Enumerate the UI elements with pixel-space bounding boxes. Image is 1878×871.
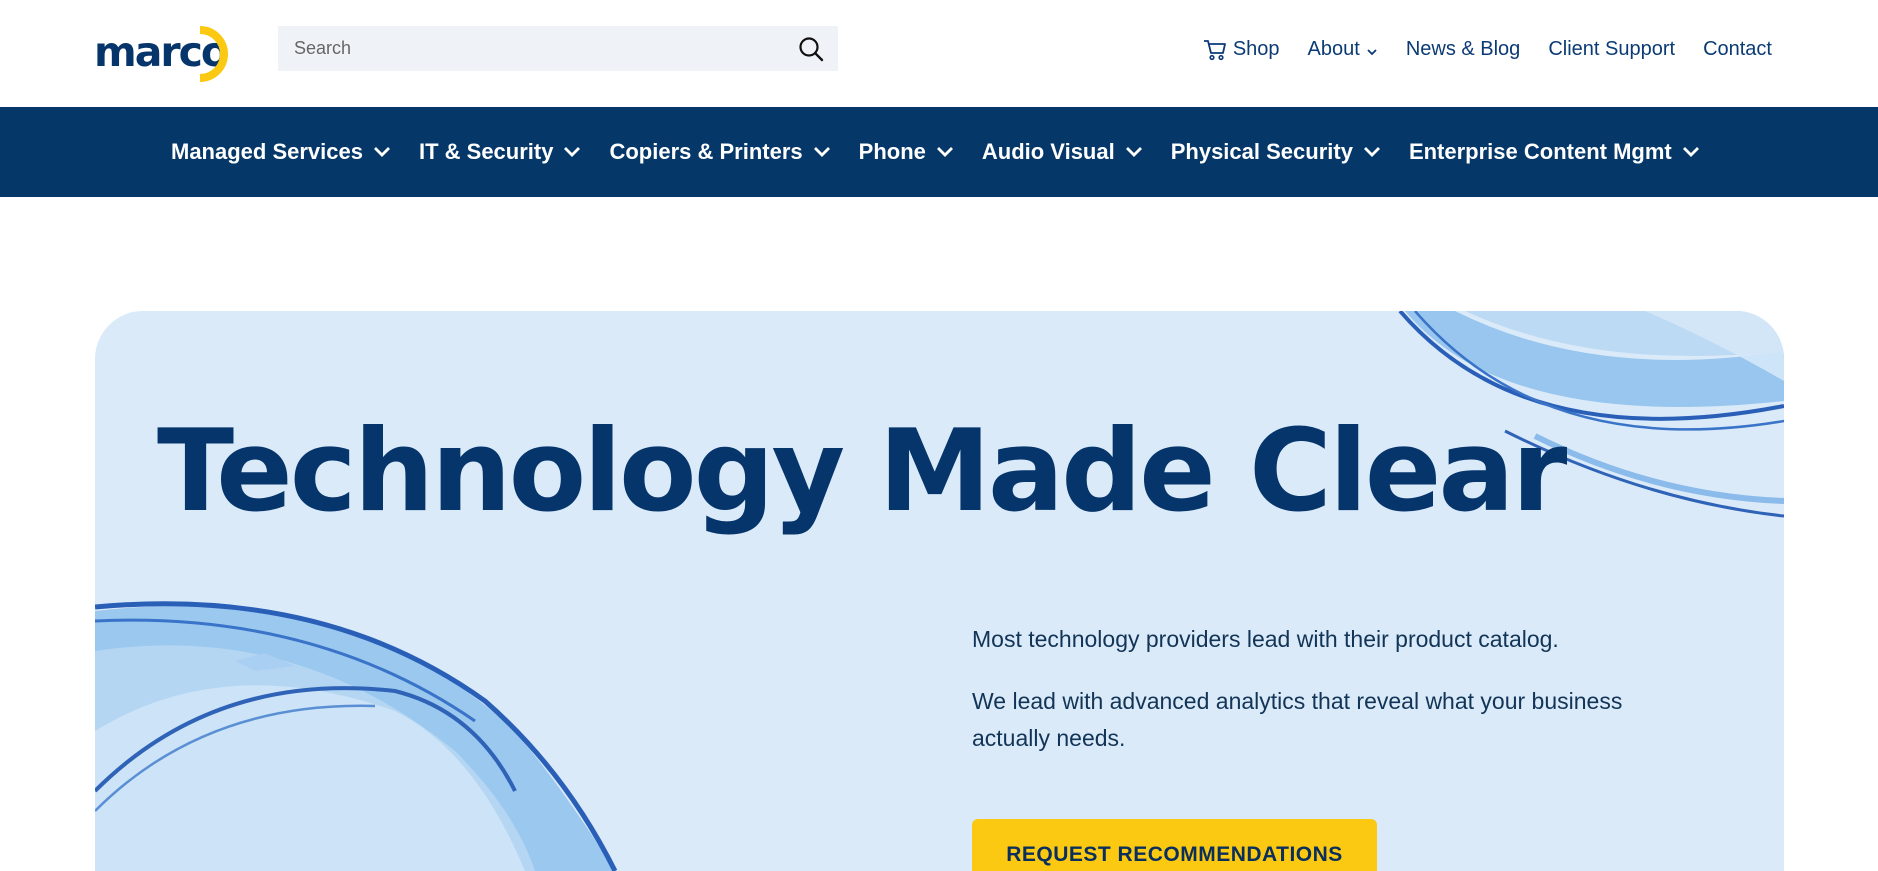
chevron-down-icon: [1363, 147, 1380, 157]
about-label: About: [1307, 38, 1360, 60]
nav-item-it-security[interactable]: IT & Security: [419, 139, 581, 165]
nav-item-label: Physical Security: [1170, 139, 1353, 164]
nav-item-phone[interactable]: Phone: [859, 139, 954, 165]
nav-item-audio-visual[interactable]: Audio Visual: [982, 139, 1143, 165]
chevron-down-icon: [813, 147, 830, 157]
client-support-label: Client Support: [1548, 38, 1676, 60]
chevron-down-icon: [1367, 48, 1377, 55]
main-nav-list: Managed Services IT & Security Copiers &…: [171, 107, 1700, 197]
contact-link[interactable]: Contact: [1703, 38, 1772, 61]
chevron-down-icon: [1682, 147, 1699, 157]
chevron-down-icon: [373, 147, 390, 157]
logo-arc-icon: [199, 26, 228, 82]
shop-label: Shop: [1232, 38, 1280, 60]
nav-item-label: Managed Services: [171, 139, 363, 164]
site-header: marco Shop About News & Blog: [0, 0, 1878, 107]
shop-link[interactable]: Shop: [1203, 38, 1280, 61]
search-icon[interactable]: [798, 36, 824, 62]
nav-item-copiers-printers[interactable]: Copiers & Printers: [609, 139, 830, 165]
request-recommendations-button[interactable]: REQUEST RECOMMENDATIONS: [972, 819, 1377, 871]
client-support-link[interactable]: Client Support: [1548, 38, 1675, 61]
utility-nav: Shop About News & Blog Client Support Co…: [1203, 38, 1772, 61]
news-blog-link[interactable]: News & Blog: [1406, 38, 1521, 61]
nav-item-label: Audio Visual: [981, 139, 1115, 164]
hero-body-paragraph: We lead with advanced analytics that rev…: [972, 688, 1623, 751]
about-link[interactable]: About: [1308, 38, 1378, 61]
hero-intro-paragraph: Most technology providers lead with thei…: [972, 626, 1559, 652]
hero-section: Technology Made Clear Most technology pr…: [95, 311, 1784, 871]
nav-item-label: Enterprise Content Mgmt: [1408, 139, 1672, 164]
contact-label: Contact: [1703, 38, 1772, 60]
cart-icon: [1203, 39, 1226, 60]
nav-item-managed-services[interactable]: Managed Services: [171, 139, 391, 165]
nav-item-enterprise-content-mgmt[interactable]: Enterprise Content Mgmt: [1409, 139, 1700, 165]
news-blog-label: News & Blog: [1405, 38, 1521, 60]
nav-item-label: Copiers & Printers: [609, 139, 803, 164]
nav-item-label: Phone: [858, 139, 926, 164]
search-input[interactable]: [278, 26, 810, 71]
decorative-swirl-bottom-left: [95, 601, 618, 871]
search-bar: [278, 26, 838, 71]
nav-item-physical-security[interactable]: Physical Security: [1171, 139, 1381, 165]
chevron-down-icon: [936, 147, 953, 157]
chevron-down-icon: [564, 147, 581, 157]
chevron-down-icon: [1125, 147, 1142, 157]
main-nav: Managed Services IT & Security Copiers &…: [0, 107, 1878, 197]
marco-logo[interactable]: marco: [94, 24, 244, 84]
hero-title: Technology Made Clear: [157, 405, 1567, 537]
nav-item-label: IT & Security: [418, 139, 554, 164]
